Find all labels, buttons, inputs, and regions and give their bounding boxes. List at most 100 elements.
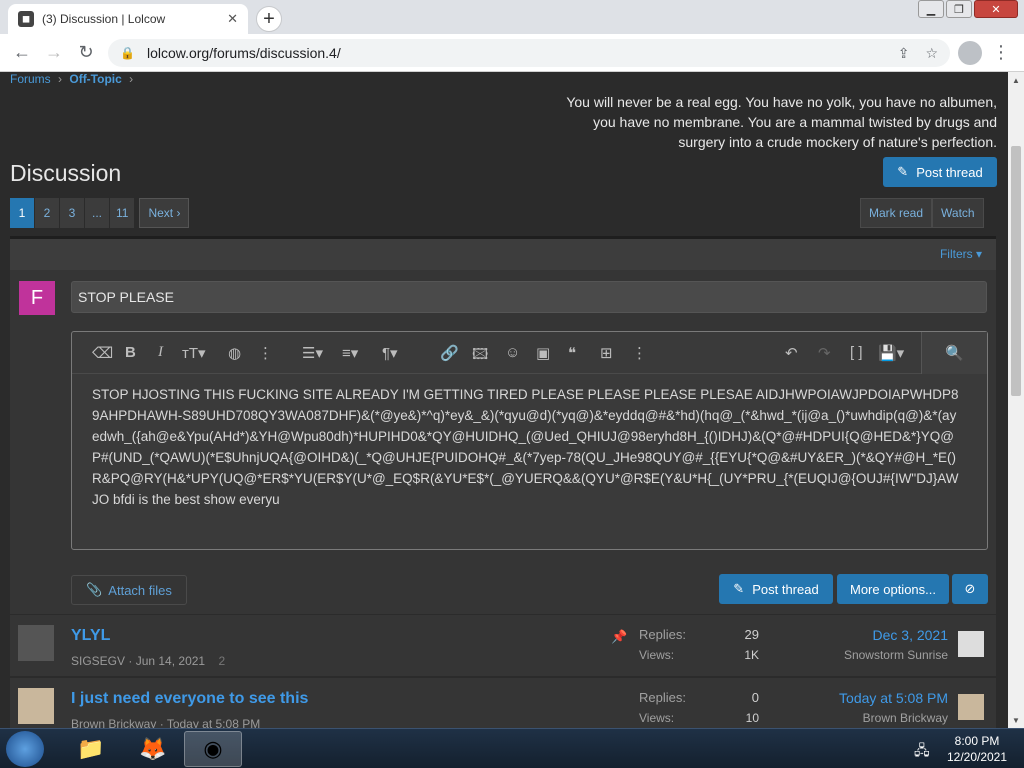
thread-title[interactable]: YLYL bbox=[71, 627, 110, 645]
breadcrumb-off-topic[interactable]: Off-Topic bbox=[69, 72, 121, 86]
post-thread-label: Post thread bbox=[916, 164, 983, 180]
tab-close-icon[interactable]: ✕ bbox=[227, 11, 238, 27]
thread-date[interactable]: Today at 5:08 PM bbox=[167, 717, 260, 728]
site-favicon-icon: ◼ bbox=[18, 11, 34, 27]
new-tab-button[interactable]: + bbox=[256, 6, 282, 32]
taskbar-clock[interactable]: 8:00 PM 12/20/2021 bbox=[942, 733, 1012, 765]
pin-icon: 📌 bbox=[611, 629, 628, 644]
emoji-icon[interactable]: ☺ bbox=[505, 344, 520, 361]
network-icon[interactable]: 🖧 bbox=[914, 740, 930, 764]
browser-tab[interactable]: ◼ (3) Discussion | Lolcow ✕ bbox=[8, 4, 248, 34]
scroll-up-icon[interactable]: ▲ bbox=[1008, 72, 1024, 88]
message-editor[interactable]: ⌫ B I тT▾ ◍ ⋮ ☰▾ ≡▾ ¶▾ 🔗 🖾 ☺ ▣ ❝ ⊞ ⋮ ↶ ↷… bbox=[71, 331, 988, 550]
last-post-date[interactable]: Today at 5:08 PM bbox=[788, 690, 948, 706]
url-text[interactable]: lolcow.org/forums/discussion.4/ bbox=[147, 45, 341, 61]
window-controls: ▁ ❐ ✕ bbox=[916, 0, 1018, 18]
post-thread-button[interactable]: ✎ Post thread bbox=[883, 157, 997, 187]
replies-count: 0 bbox=[751, 690, 759, 705]
table-icon[interactable]: ⊞ bbox=[600, 344, 613, 362]
page-link-3[interactable]: 3 bbox=[60, 198, 84, 228]
back-icon[interactable]: ← bbox=[6, 37, 38, 69]
preview-icon[interactable]: 🔍 bbox=[921, 332, 987, 374]
breadcrumb-separator: › bbox=[58, 72, 63, 86]
avatar[interactable] bbox=[958, 694, 984, 720]
filters-dropdown[interactable]: Filters ▾ bbox=[940, 247, 982, 261]
start-button[interactable] bbox=[6, 731, 44, 767]
avatar[interactable] bbox=[18, 688, 54, 724]
drafts-icon[interactable]: 💾▾ bbox=[878, 344, 904, 362]
list-icon[interactable]: ☰▾ bbox=[302, 344, 323, 362]
bbcode-icon[interactable]: [ ] bbox=[850, 344, 863, 361]
clear-formatting-icon[interactable]: ⌫ bbox=[92, 344, 113, 362]
scroll-down-icon[interactable]: ▼ bbox=[1008, 712, 1024, 728]
thread-stats: Replies: 29 Views: 1K bbox=[639, 627, 759, 662]
last-post-date[interactable]: Dec 3, 2021 bbox=[788, 627, 949, 643]
last-post-user[interactable]: Snowstorm Sunrise bbox=[788, 648, 948, 662]
italic-icon[interactable]: I bbox=[158, 344, 163, 361]
firefox-icon[interactable]: 🦊 bbox=[124, 731, 182, 767]
window-close-button[interactable]: ✕ bbox=[974, 0, 1018, 18]
attach-files-label: Attach files bbox=[108, 582, 172, 598]
page-link-1[interactable]: 1 bbox=[10, 198, 34, 228]
table-row[interactable]: YLYL SIGSEGV · Jun 14, 2021 2 📌 Replies:… bbox=[10, 614, 996, 676]
next-page-button[interactable]: Next › bbox=[139, 198, 190, 228]
forum-page: Forums › Off-Topic › You will never be a… bbox=[0, 72, 1008, 728]
text-size-icon[interactable]: тT▾ bbox=[182, 344, 206, 362]
last-post-user[interactable]: Brown Brickway bbox=[788, 711, 948, 725]
browser-toolbar: ← → ↻ 🔒 lolcow.org/forums/discussion.4/ … bbox=[0, 34, 1024, 72]
maximize-button[interactable]: ❐ bbox=[946, 0, 972, 18]
share-icon[interactable]: ⇪ bbox=[898, 45, 910, 62]
more-options-button[interactable]: More options... bbox=[837, 574, 949, 604]
page-link-2[interactable]: 2 bbox=[35, 198, 59, 228]
undo-icon[interactable]: ↶ bbox=[785, 344, 798, 362]
thread-title[interactable]: I just need everyone to see this bbox=[71, 690, 308, 708]
bold-icon[interactable]: B bbox=[125, 344, 136, 361]
thread-date[interactable]: Jun 14, 2021 bbox=[136, 654, 205, 668]
replies-label: Replies: bbox=[639, 690, 686, 705]
page-scrollbar[interactable]: ▲ ▼ bbox=[1008, 72, 1024, 728]
page-link-11[interactable]: 11 bbox=[110, 198, 135, 228]
align-icon[interactable]: ≡▾ bbox=[342, 344, 358, 362]
page-jump[interactable]: ... bbox=[85, 198, 109, 228]
last-post: Dec 3, 2021 Snowstorm Sunrise bbox=[788, 627, 948, 662]
thread-page-count[interactable]: 2 bbox=[218, 654, 225, 668]
cancel-icon[interactable]: ⊘ bbox=[952, 574, 988, 604]
bookmark-star-icon[interactable]: ☆ bbox=[925, 45, 938, 62]
thread-author[interactable]: Brown Brickway bbox=[71, 717, 156, 728]
redo-icon[interactable]: ↷ bbox=[818, 344, 831, 362]
text-color-icon[interactable]: ◍ bbox=[228, 344, 241, 362]
address-bar[interactable]: 🔒 lolcow.org/forums/discussion.4/ ⇪ ☆ bbox=[108, 39, 950, 67]
paragraph-icon[interactable]: ¶▾ bbox=[382, 344, 398, 362]
replies-count: 29 bbox=[744, 627, 759, 642]
link-icon[interactable]: 🔗 bbox=[440, 344, 459, 362]
more-insert-options-icon[interactable]: ⋮ bbox=[632, 344, 647, 362]
breadcrumb-separator: › bbox=[129, 72, 134, 86]
reload-icon[interactable]: ↻ bbox=[70, 37, 102, 69]
breadcrumb-forums[interactable]: Forums bbox=[10, 72, 51, 86]
chrome-icon[interactable]: ◉ bbox=[184, 731, 242, 767]
table-row[interactable]: I just need everyone to see this Brown B… bbox=[10, 677, 996, 728]
more-text-options-icon[interactable]: ⋮ bbox=[258, 344, 273, 362]
attach-files-button[interactable]: 📎 Attach files bbox=[71, 575, 187, 605]
scrollbar-thumb[interactable] bbox=[1011, 146, 1021, 396]
avatar[interactable] bbox=[18, 625, 54, 661]
watch-button[interactable]: Watch bbox=[932, 198, 984, 228]
site-tagline: You will never be a real egg. You have n… bbox=[566, 94, 997, 150]
views-count: 1K bbox=[744, 648, 759, 662]
lock-icon[interactable]: 🔒 bbox=[120, 46, 135, 60]
quote-icon[interactable]: ❝ bbox=[568, 344, 576, 362]
composer-post-thread-button[interactable]: ✎ Post thread bbox=[719, 574, 833, 604]
thread-title-input[interactable]: STOP PLEASE bbox=[71, 281, 987, 313]
file-explorer-icon[interactable]: 📁 bbox=[62, 731, 120, 767]
thread-list-actions: Mark read Watch bbox=[860, 198, 984, 228]
mark-read-button[interactable]: Mark read bbox=[860, 198, 933, 228]
message-body-text[interactable]: STOP HJOSTING THIS FUCKING SITE ALREADY … bbox=[92, 384, 962, 510]
profile-avatar-icon[interactable] bbox=[958, 41, 982, 65]
forward-icon[interactable]: → bbox=[38, 37, 70, 69]
minimize-button[interactable]: ▁ bbox=[918, 0, 944, 18]
avatar[interactable] bbox=[958, 631, 984, 657]
thread-author[interactable]: SIGSEGV bbox=[71, 654, 125, 668]
media-icon[interactable]: ▣ bbox=[536, 344, 550, 362]
image-icon[interactable]: 🖾 bbox=[472, 344, 488, 369]
browser-menu-icon[interactable]: ⋮ bbox=[992, 42, 1010, 63]
